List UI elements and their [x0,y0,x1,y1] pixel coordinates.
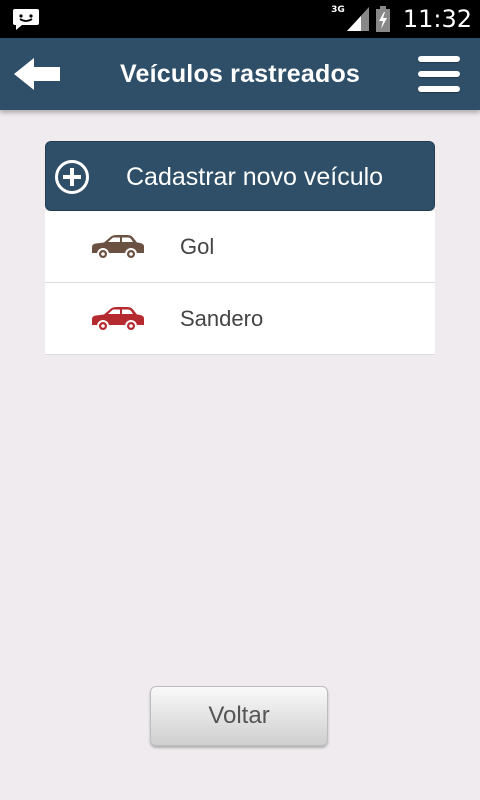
message-icon [13,9,39,30]
plus-circle-icon [55,160,89,194]
vehicle-list: Cadastrar novo veículo Gol Sandero [45,141,435,355]
vehicle-name: Sandero [180,305,264,331]
car-icon [92,307,144,332]
vehicle-row-gol[interactable]: Gol [45,211,435,283]
add-vehicle-label: Cadastrar novo veículo [126,162,384,191]
vehicle-name: Gol [180,233,215,259]
car-icon [92,235,144,260]
app-bar: Veículos rastreados [0,38,480,110]
page-title: Veículos rastreados [119,59,361,88]
network-type: 3G [331,5,345,15]
battery-icon [375,6,390,32]
back-button[interactable]: Voltar [150,686,328,746]
hamburger-menu-icon[interactable] [418,56,460,94]
vehicle-row-sandero[interactable]: Sandero [45,283,435,355]
add-vehicle-button[interactable]: Cadastrar novo veículo [45,141,435,211]
clock: 11:32 [402,5,472,33]
status-bar: 3G 11:32 [0,0,480,38]
signal-icon [346,7,369,31]
